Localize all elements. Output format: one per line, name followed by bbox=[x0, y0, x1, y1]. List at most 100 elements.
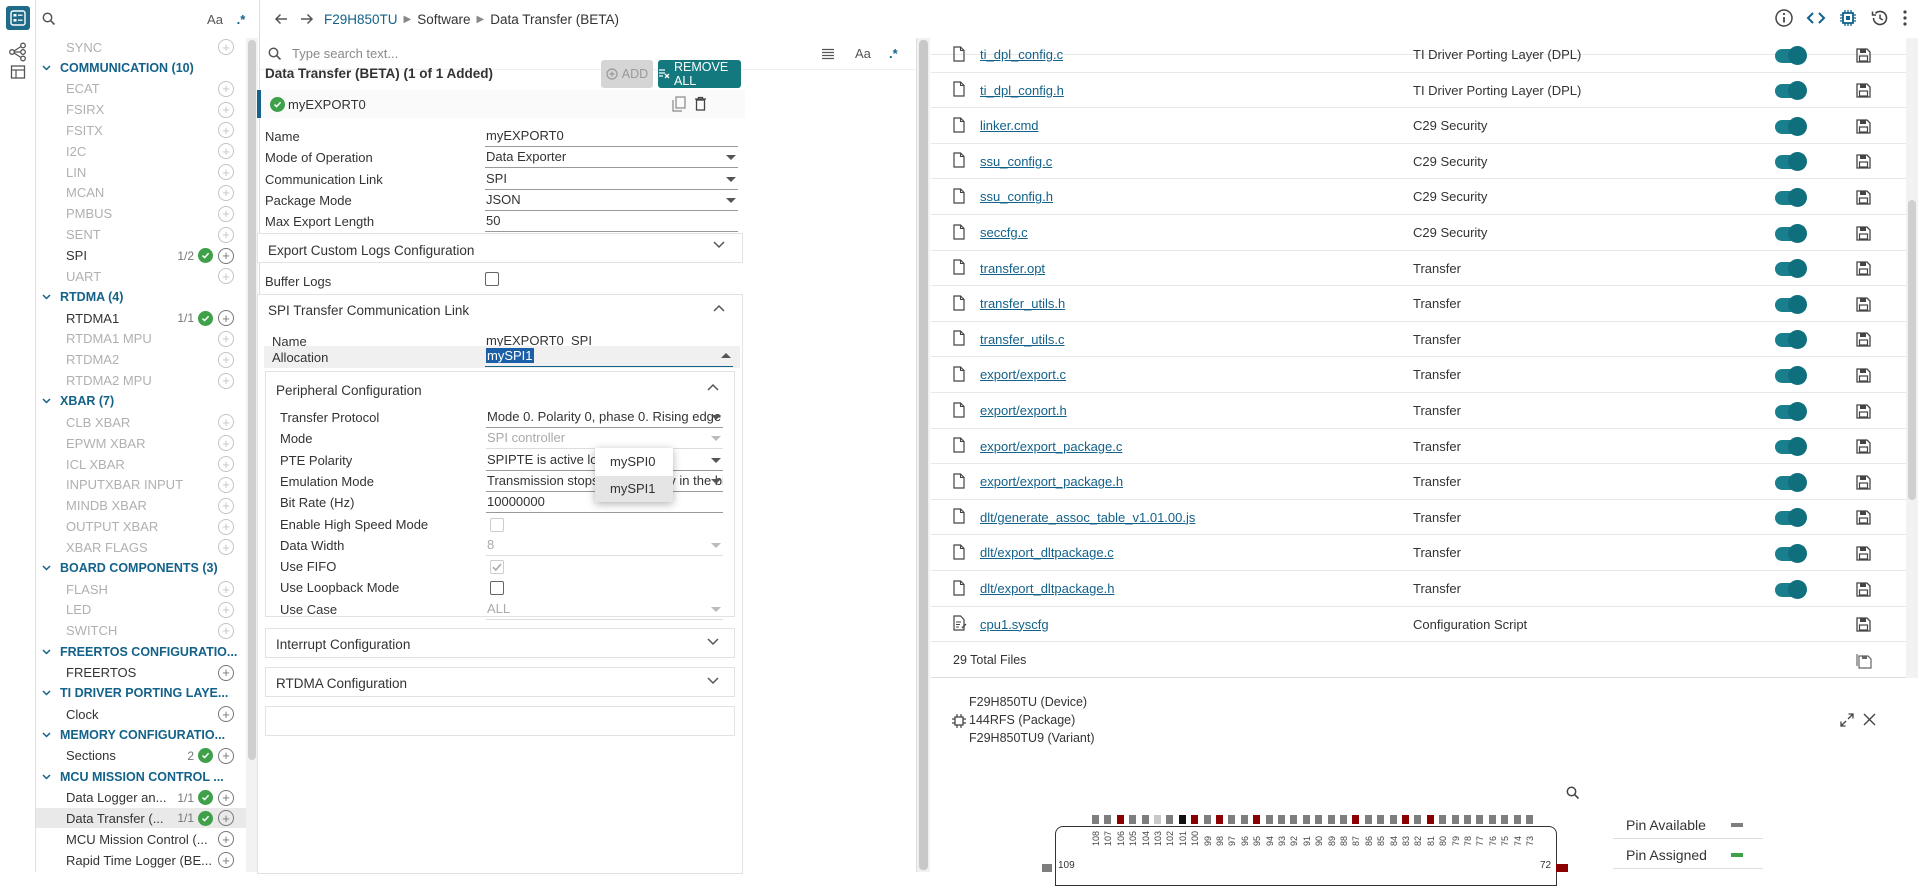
file-name-link[interactable]: cpu1.syscfg bbox=[980, 617, 1049, 632]
pin-90[interactable] bbox=[1315, 815, 1323, 824]
file-enable-toggle[interactable] bbox=[1775, 401, 1807, 421]
sidebar-module-item[interactable]: FREERTOS + bbox=[36, 663, 246, 683]
pin-76[interactable] bbox=[1488, 815, 1496, 824]
pin-77[interactable] bbox=[1476, 815, 1484, 824]
add-module-icon[interactable]: + bbox=[218, 706, 234, 723]
save-icon[interactable] bbox=[1856, 368, 1871, 383]
sidebar-module-item[interactable]: MINDB XBAR + bbox=[36, 496, 246, 516]
sidebar-module-item[interactable]: LIN + bbox=[36, 162, 246, 182]
pin-92[interactable] bbox=[1290, 815, 1298, 824]
file-enable-toggle[interactable] bbox=[1775, 330, 1807, 350]
add-module-icon[interactable]: + bbox=[218, 414, 234, 431]
file-name-link[interactable]: dlt/generate_assoc_table_v1.01.00.js bbox=[980, 510, 1195, 525]
pin-75[interactable] bbox=[1501, 815, 1509, 824]
chevron-down-icon[interactable] bbox=[707, 638, 719, 646]
sidebar-category[interactable]: RTDMA (4) bbox=[36, 287, 246, 307]
match-case-toggle[interactable]: Aa bbox=[855, 46, 889, 61]
sidebar-module-item[interactable]: SPI 1/2 + bbox=[36, 246, 246, 266]
field-select[interactable]: SPI bbox=[485, 170, 738, 190]
add-module-icon[interactable]: + bbox=[218, 518, 234, 535]
save-icon[interactable] bbox=[1856, 510, 1871, 525]
sidebar-module-item[interactable]: ICL XBAR + bbox=[36, 454, 246, 474]
save-icon[interactable] bbox=[1856, 261, 1871, 276]
files-scroll-thumb[interactable] bbox=[1908, 200, 1916, 500]
allocation-option[interactable]: mySPI1 bbox=[595, 476, 673, 502]
sidebar-category[interactable]: MCU MISSION CONTROL ... bbox=[36, 767, 246, 787]
file-name-link[interactable]: dlt/export_dltpackage.h bbox=[980, 581, 1114, 596]
pin-86[interactable] bbox=[1364, 815, 1372, 824]
add-module-icon[interactable]: + bbox=[218, 247, 234, 264]
pin-91[interactable] bbox=[1302, 815, 1310, 824]
pin-84[interactable] bbox=[1389, 815, 1397, 824]
sidebar-module-item[interactable]: SYNC + bbox=[36, 38, 246, 57]
copy-icon[interactable] bbox=[672, 96, 686, 112]
file-name-link[interactable]: transfer_utils.c bbox=[980, 332, 1065, 347]
next-section[interactable] bbox=[265, 706, 735, 736]
sidebar-module-item[interactable]: FSITX + bbox=[36, 120, 246, 140]
file-name-link[interactable]: export/export.h bbox=[980, 403, 1067, 418]
field-input[interactable]: myEXPORT0 bbox=[485, 127, 738, 147]
sidebar-category[interactable]: TI DRIVER PORTING LAYE... bbox=[36, 683, 246, 703]
save-icon[interactable] bbox=[1856, 546, 1871, 561]
pin-97[interactable] bbox=[1228, 815, 1236, 824]
pin-100[interactable] bbox=[1191, 815, 1199, 824]
save-icon[interactable] bbox=[1856, 403, 1871, 419]
pin-102[interactable] bbox=[1166, 815, 1174, 824]
file-name-link[interactable]: export/export_package.c bbox=[980, 439, 1122, 454]
sidebar-category[interactable]: FREERTOS CONFIGURATIO... bbox=[36, 642, 246, 662]
modules-view-icon[interactable] bbox=[6, 6, 30, 30]
pin-99[interactable] bbox=[1203, 815, 1211, 824]
add-module-icon[interactable]: + bbox=[218, 372, 234, 389]
sidebar-scroll-thumb[interactable] bbox=[248, 40, 256, 760]
zoom-search-icon[interactable] bbox=[1566, 786, 1580, 800]
file-name-link[interactable]: linker.cmd bbox=[980, 118, 1039, 133]
add-module-icon[interactable]: + bbox=[218, 810, 234, 827]
breadcrumb-section[interactable]: Software bbox=[417, 12, 470, 27]
save-icon[interactable] bbox=[1856, 83, 1871, 98]
add-module-icon[interactable]: + bbox=[218, 539, 234, 556]
filter-list-icon[interactable] bbox=[821, 48, 855, 60]
sidebar-module-item[interactable]: RTDMA2 MPU + bbox=[36, 371, 246, 391]
sidebar-module-item[interactable]: Rapid Time Logger (BE... + bbox=[36, 850, 246, 870]
chevron-down-icon[interactable] bbox=[42, 774, 56, 780]
allocation-select[interactable]: mySPI1 bbox=[485, 347, 733, 367]
add-module-icon[interactable]: + bbox=[218, 184, 234, 201]
file-enable-toggle[interactable] bbox=[1775, 365, 1807, 385]
chevron-down-icon[interactable] bbox=[42, 294, 56, 300]
add-module-icon[interactable]: + bbox=[218, 664, 234, 681]
pin-95[interactable] bbox=[1253, 815, 1261, 824]
add-module-icon[interactable]: + bbox=[218, 80, 234, 97]
save-icon[interactable] bbox=[1856, 581, 1871, 597]
pin-103[interactable] bbox=[1154, 815, 1161, 824]
field-input[interactable]: 50 bbox=[485, 212, 738, 233]
file-name-link[interactable]: ssu_config.h bbox=[980, 189, 1053, 204]
sidebar-category[interactable]: MEMORY CONFIGURATIO... bbox=[36, 725, 246, 745]
sidebar-module-item[interactable]: FLASH + bbox=[36, 579, 246, 599]
add-module-icon[interactable]: + bbox=[218, 435, 234, 452]
sidebar-module-item[interactable]: MCU Mission Control (... + bbox=[36, 829, 246, 849]
pin-104[interactable] bbox=[1141, 815, 1149, 824]
sidebar-category[interactable]: COMMUNICATION (10) bbox=[36, 58, 246, 78]
sidebar-module-item[interactable]: RTDMA1 MPU + bbox=[36, 329, 246, 349]
sidebar-module-item[interactable]: FSIRX + bbox=[36, 100, 246, 120]
pin-94[interactable] bbox=[1265, 815, 1273, 824]
sidebar-module-item[interactable]: RTDMA1 1/1 + bbox=[36, 308, 246, 328]
sidebar-category[interactable]: BOARD COMPONENTS (3) bbox=[36, 558, 246, 578]
chevron-up-icon[interactable] bbox=[707, 383, 719, 391]
file-enable-toggle[interactable] bbox=[1775, 579, 1807, 599]
pin-80[interactable] bbox=[1439, 815, 1447, 824]
sidebar-module-item[interactable]: Clock + bbox=[36, 704, 246, 724]
file-enable-toggle[interactable] bbox=[1775, 223, 1807, 243]
delete-icon[interactable] bbox=[694, 96, 707, 111]
file-name-link[interactable]: export/export.c bbox=[980, 367, 1066, 382]
add-module-icon[interactable]: + bbox=[218, 122, 234, 139]
match-case-toggle[interactable]: Aa bbox=[202, 12, 228, 27]
table-view-icon[interactable] bbox=[6, 60, 30, 84]
sidebar-module-item[interactable]: Data Logger an... 1/1 + bbox=[36, 788, 246, 808]
pin-79[interactable] bbox=[1451, 815, 1459, 824]
pin-106[interactable] bbox=[1116, 815, 1124, 824]
export-logs-title[interactable]: Export Custom Logs Configuration bbox=[268, 243, 474, 258]
pin-98[interactable] bbox=[1216, 815, 1223, 824]
file-name-link[interactable]: dlt/export_dltpackage.c bbox=[980, 545, 1114, 560]
sidebar-module-item[interactable]: ECAT + bbox=[36, 79, 246, 99]
